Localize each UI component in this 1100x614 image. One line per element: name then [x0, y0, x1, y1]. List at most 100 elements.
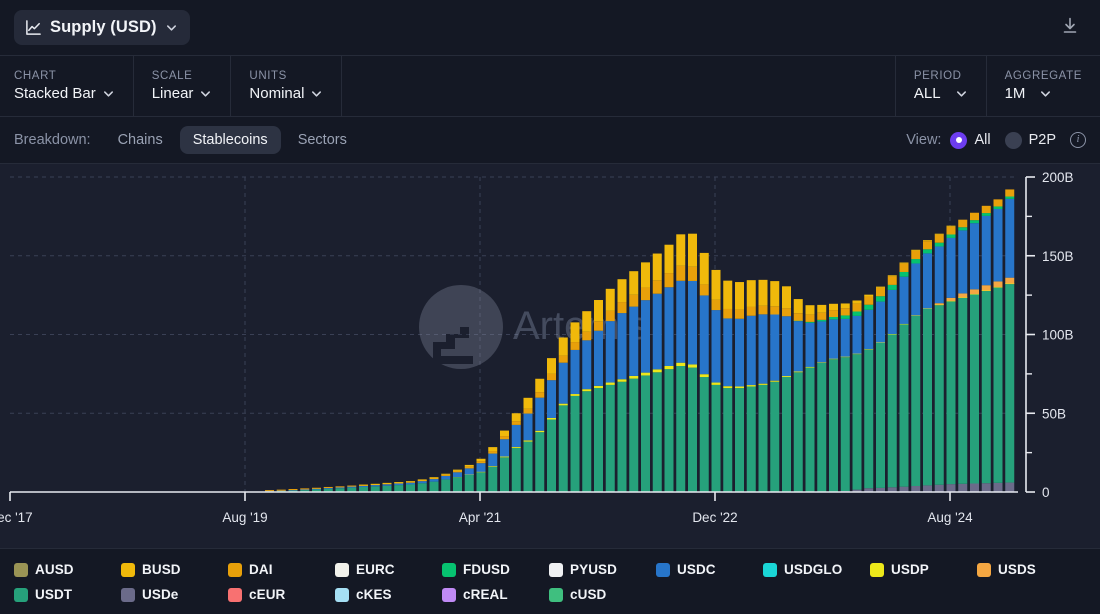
- legend-swatch: [14, 587, 28, 602]
- control-strip: CHART Stacked Bar SCALE Linear UNITS Nom…: [0, 55, 1100, 117]
- bar-segment: [864, 304, 874, 310]
- bar-stack[interactable]: [923, 240, 932, 492]
- bar-stack[interactable]: [934, 233, 944, 492]
- legend-item[interactable]: USDP: [870, 557, 977, 582]
- breakdown-tab-stablecoins[interactable]: Stablecoins: [179, 126, 281, 154]
- bar-stack[interactable]: [805, 305, 815, 492]
- breakdown-tab-chains[interactable]: Chains: [105, 126, 176, 154]
- legend-item[interactable]: USDT: [14, 582, 121, 607]
- legend-item[interactable]: cKES: [335, 582, 442, 607]
- bar-stack[interactable]: [864, 294, 874, 492]
- bar-stack[interactable]: [558, 337, 568, 492]
- bar-stack[interactable]: [946, 225, 956, 492]
- control-period[interactable]: PERIOD ALL: [894, 56, 986, 116]
- stacked-bar-chart[interactable]: Artemis 0 50B 100B 150B 200B Dec '17 Aug '19 Apr…: [0, 164, 1100, 548]
- bar-stack[interactable]: [476, 458, 486, 492]
- legend-item[interactable]: USDe: [121, 582, 228, 607]
- view-radio-all[interactable]: [950, 131, 968, 149]
- bar-stack[interactable]: [347, 485, 357, 492]
- bar-stack[interactable]: [958, 219, 968, 492]
- bar-segment: [770, 380, 780, 382]
- bar-stack[interactable]: [582, 311, 592, 492]
- legend-item[interactable]: FDUSD: [442, 557, 549, 582]
- legend-label: DAI: [249, 562, 273, 577]
- chevron-down-icon[interactable]: [165, 21, 178, 34]
- bar-stack[interactable]: [441, 473, 451, 492]
- bar-stack[interactable]: [840, 303, 850, 492]
- legend-item[interactable]: BUSD: [121, 557, 228, 582]
- legend-item[interactable]: cREAL: [442, 582, 549, 607]
- bar-stack[interactable]: [852, 300, 862, 492]
- bar-stack[interactable]: [711, 269, 721, 492]
- bar-stack[interactable]: [758, 279, 768, 492]
- bar-stack[interactable]: [500, 430, 509, 492]
- bar-stack[interactable]: [770, 281, 780, 492]
- legend-item[interactable]: cUSD: [549, 582, 656, 607]
- bar-stack[interactable]: [335, 486, 345, 492]
- bar-segment: [605, 288, 615, 311]
- bar-stack[interactable]: [899, 262, 909, 492]
- bar-segment: [958, 293, 968, 298]
- bar-stack[interactable]: [1005, 189, 1015, 492]
- bar-stack[interactable]: [617, 279, 627, 492]
- breakdown-tab-sectors[interactable]: Sectors: [285, 126, 360, 154]
- bar-stack[interactable]: [535, 378, 545, 492]
- bar-stack[interactable]: [417, 479, 427, 492]
- bar-stack[interactable]: [511, 413, 521, 492]
- info-icon[interactable]: i: [1070, 132, 1086, 148]
- bar-stack[interactable]: [394, 482, 404, 492]
- bar-stack[interactable]: [676, 234, 686, 492]
- control-aggregate[interactable]: AGGREGATE 1M: [985, 56, 1100, 116]
- bar-segment: [688, 233, 697, 267]
- bar-stack[interactable]: [793, 299, 803, 492]
- bar-stack[interactable]: [570, 322, 580, 492]
- bar-stack[interactable]: [523, 397, 533, 492]
- legend-item[interactable]: DAI: [228, 557, 335, 582]
- bar-stack[interactable]: [488, 447, 498, 492]
- bar-stack[interactable]: [688, 233, 697, 492]
- bar-stack[interactable]: [382, 482, 392, 492]
- bar-stack[interactable]: [817, 304, 827, 492]
- bar-stack[interactable]: [429, 477, 439, 492]
- bar-stack[interactable]: [594, 300, 603, 492]
- bar-stack[interactable]: [664, 244, 674, 492]
- control-chart[interactable]: CHART Stacked Bar: [0, 56, 134, 116]
- bar-stack[interactable]: [876, 286, 885, 492]
- control-scale[interactable]: SCALE Linear: [134, 56, 232, 116]
- legend-item[interactable]: AUSD: [14, 557, 121, 582]
- view-radio-p2p[interactable]: [1004, 131, 1022, 149]
- metric-selector[interactable]: Supply (USD): [14, 10, 190, 45]
- bar-stack[interactable]: [370, 483, 380, 492]
- bar-stack[interactable]: [699, 252, 709, 492]
- legend-item[interactable]: EURC: [335, 557, 442, 582]
- bar-stack[interactable]: [746, 280, 756, 492]
- bar-segment: [347, 486, 357, 488]
- bar-stack[interactable]: [605, 288, 615, 492]
- bar-stack[interactable]: [911, 249, 921, 492]
- bar-stack[interactable]: [453, 469, 462, 492]
- bar-segment: [547, 358, 556, 374]
- bar-stack[interactable]: [641, 262, 650, 492]
- bar-stack[interactable]: [406, 481, 415, 492]
- bar-stack[interactable]: [993, 199, 1003, 492]
- bar-stack[interactable]: [981, 205, 991, 492]
- legend-item[interactable]: USDGLO: [763, 557, 870, 582]
- bar-stack[interactable]: [782, 286, 791, 492]
- legend-item[interactable]: USDS: [977, 557, 1084, 582]
- bar-stack[interactable]: [887, 275, 897, 492]
- bar-stack[interactable]: [547, 358, 556, 492]
- bar-stack[interactable]: [970, 212, 979, 492]
- bar-stack[interactable]: [735, 282, 744, 492]
- bar-stack[interactable]: [723, 280, 733, 492]
- bar-stack[interactable]: [829, 303, 838, 492]
- legend-item[interactable]: USDC: [656, 557, 763, 582]
- control-units[interactable]: UNITS Nominal: [231, 56, 343, 116]
- bar-stack[interactable]: [629, 271, 639, 492]
- bar-segment: [946, 237, 956, 298]
- bar-stack[interactable]: [652, 253, 662, 492]
- bar-stack[interactable]: [464, 464, 474, 492]
- bar-stack[interactable]: [359, 484, 368, 492]
- legend-item[interactable]: PYUSD: [549, 557, 656, 582]
- download-icon[interactable]: [1060, 15, 1080, 40]
- legend-item[interactable]: cEUR: [228, 582, 335, 607]
